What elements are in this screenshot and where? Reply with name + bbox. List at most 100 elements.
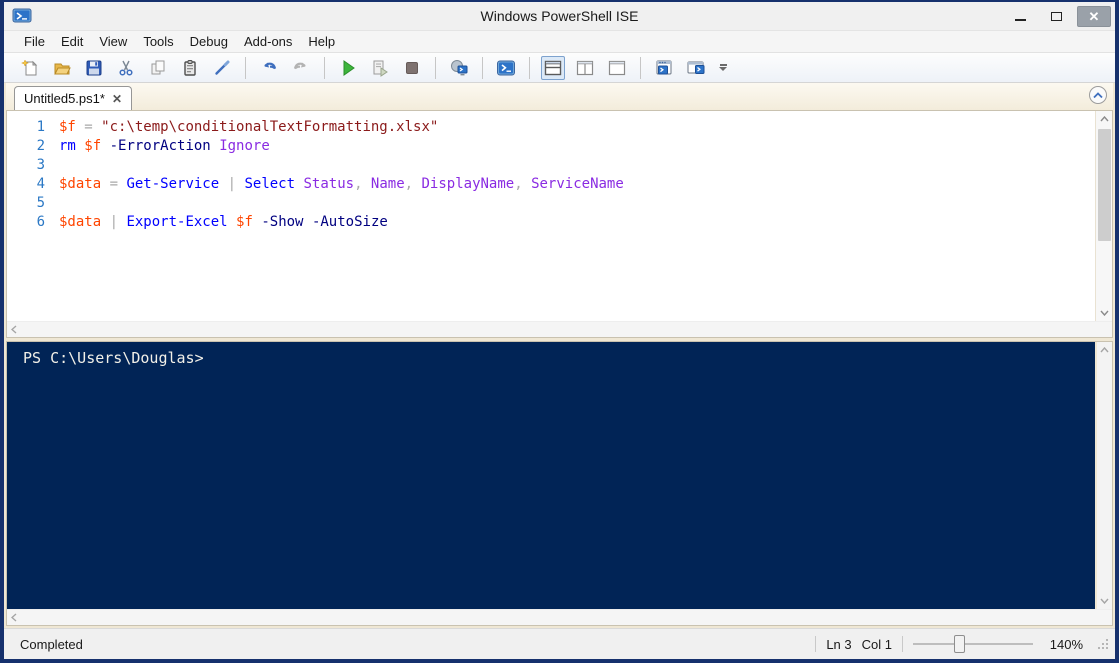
toolbar-separator xyxy=(640,56,641,79)
script-editor[interactable]: 1 $f = "c:\temp\conditionalTextFormatting… xyxy=(7,111,1095,321)
collapse-script-pane-button[interactable] xyxy=(1089,86,1107,104)
open-powershell-window-icon xyxy=(687,61,705,74)
zoom-slider-track[interactable] xyxy=(913,643,1033,645)
clear-console-button[interactable] xyxy=(210,56,234,80)
line-number: 1 xyxy=(36,119,45,135)
undo-icon xyxy=(264,62,277,69)
line-number: 4 xyxy=(36,176,45,192)
line-number: 2 xyxy=(36,138,45,154)
show-script-pane-top-icon xyxy=(544,60,562,75)
tab-strip: Untitled5.ps1* ✕ xyxy=(6,83,1113,110)
script-editor-pane: 1 $f = "c:\temp\conditionalTextFormatting… xyxy=(6,110,1113,338)
maximize-button[interactable] xyxy=(1041,6,1071,26)
show-command-window-icon xyxy=(656,60,672,74)
save-icon xyxy=(86,60,102,75)
scroll-up-icon[interactable] xyxy=(1096,111,1112,127)
clear-console-icon xyxy=(215,60,230,75)
show-command-window-button[interactable] xyxy=(652,56,676,80)
menu-file[interactable]: File xyxy=(16,32,53,51)
toolbar-separator xyxy=(435,56,436,79)
tab-untitled5[interactable]: Untitled5.ps1* ✕ xyxy=(14,86,133,110)
editor-vertical-scrollbar[interactable] xyxy=(1095,111,1112,321)
menu-edit[interactable]: Edit xyxy=(53,32,91,51)
paste-icon xyxy=(184,59,196,76)
editor-scrollbar-thumb[interactable] xyxy=(1097,129,1111,241)
show-script-pane-maximized-button[interactable] xyxy=(605,56,629,80)
copy-icon xyxy=(151,60,165,74)
editor-horizontal-scrollbar[interactable] xyxy=(7,321,1112,337)
scroll-down-icon[interactable] xyxy=(1097,593,1112,609)
maximize-icon xyxy=(1050,11,1062,21)
minimize-icon xyxy=(1014,19,1026,21)
undo-button[interactable] xyxy=(257,56,281,80)
zoom-slider-thumb[interactable] xyxy=(953,635,965,653)
cursor-line: Ln 3 xyxy=(826,636,852,652)
code-line: 5 xyxy=(7,194,1095,213)
menu-tools[interactable]: Tools xyxy=(135,32,181,51)
status-state: Completed xyxy=(20,636,83,652)
code-line: 2 rm $f -ErrorAction Ignore xyxy=(7,137,1095,156)
tab-label: Untitled5.ps1* xyxy=(24,91,105,106)
console-vertical-scrollbar[interactable] xyxy=(1095,342,1112,609)
status-bar: Completed Ln 3 Col 1 140% xyxy=(4,628,1115,659)
cut-button[interactable] xyxy=(114,56,138,80)
menu-debug[interactable]: Debug xyxy=(182,32,236,51)
new-script-icon xyxy=(21,58,38,75)
console-pane: PS C:\Users\Douglas> xyxy=(6,341,1113,626)
close-button[interactable]: ✕ xyxy=(1077,5,1111,27)
run-script-button[interactable] xyxy=(336,56,360,80)
zoom-level: 140% xyxy=(1049,636,1083,652)
stop-operation-icon xyxy=(406,61,418,74)
show-script-pane-right-icon xyxy=(576,60,594,75)
toolbar-overflow-button[interactable] xyxy=(716,56,730,80)
tab-close-icon[interactable]: ✕ xyxy=(112,92,122,106)
console-horizontal-scrollbar[interactable] xyxy=(7,609,1112,625)
save-button[interactable] xyxy=(82,56,106,80)
menu-view[interactable]: View xyxy=(91,32,135,51)
console-output[interactable]: PS C:\Users\Douglas> xyxy=(7,342,1095,609)
new-remote-powershell-tab-icon xyxy=(451,59,468,75)
menu-add-ons[interactable]: Add-ons xyxy=(236,32,300,51)
minimize-button[interactable] xyxy=(1005,6,1035,26)
start-powershell-button[interactable] xyxy=(494,56,518,80)
run-selection-button[interactable] xyxy=(368,56,392,80)
line-number: 3 xyxy=(36,157,45,173)
menu-bar: File Edit View Tools Debug Add-ons Help xyxy=(4,30,1115,52)
code-line: 4 $data = Get-Service | Select Status, Na… xyxy=(7,175,1095,194)
start-powershell-icon xyxy=(497,60,515,75)
show-script-pane-maximized-icon xyxy=(608,60,626,75)
run-selection-icon xyxy=(373,60,388,77)
scroll-up-icon[interactable] xyxy=(1097,342,1112,358)
paste-button[interactable] xyxy=(178,56,202,80)
line-number: 5 xyxy=(36,195,45,211)
powershell-ise-window: Windows PowerShell ISE ✕ File Edit View … xyxy=(0,0,1119,663)
stop-operation-button[interactable] xyxy=(400,56,424,80)
open-powershell-window-button[interactable] xyxy=(684,56,708,80)
cut-icon xyxy=(119,60,133,76)
status-separator xyxy=(815,636,817,652)
scroll-left-icon[interactable] xyxy=(11,325,17,334)
new-remote-powershell-tab-button[interactable] xyxy=(447,56,471,80)
show-script-pane-top-button[interactable] xyxy=(541,55,565,80)
scroll-left-icon[interactable] xyxy=(11,613,17,622)
resize-grip-icon[interactable] xyxy=(1097,638,1109,650)
chevron-up-circle-icon xyxy=(1093,91,1103,98)
client-area: Untitled5.ps1* ✕ 1 $f = "c:\temp\conditio… xyxy=(4,83,1115,628)
redo-icon xyxy=(293,62,306,69)
menu-help[interactable]: Help xyxy=(300,32,343,51)
toolbar-overflow-icon xyxy=(719,64,727,66)
scroll-down-icon[interactable] xyxy=(1096,305,1112,321)
toolbar xyxy=(4,52,1115,83)
title-bar: Windows PowerShell ISE ✕ xyxy=(4,2,1115,30)
new-script-button[interactable] xyxy=(18,56,42,80)
code-line: 1 $f = "c:\temp\conditionalTextFormatting… xyxy=(7,118,1095,137)
open-icon xyxy=(54,63,71,74)
redo-button[interactable] xyxy=(289,56,313,80)
status-separator xyxy=(902,636,903,652)
show-script-pane-right-button[interactable] xyxy=(573,56,597,80)
toolbar-separator xyxy=(529,56,530,79)
copy-button[interactable] xyxy=(146,56,170,80)
console-prompt: PS C:\Users\Douglas> xyxy=(23,349,204,367)
zoom-slider[interactable] xyxy=(913,635,1033,653)
open-button[interactable] xyxy=(50,56,74,80)
